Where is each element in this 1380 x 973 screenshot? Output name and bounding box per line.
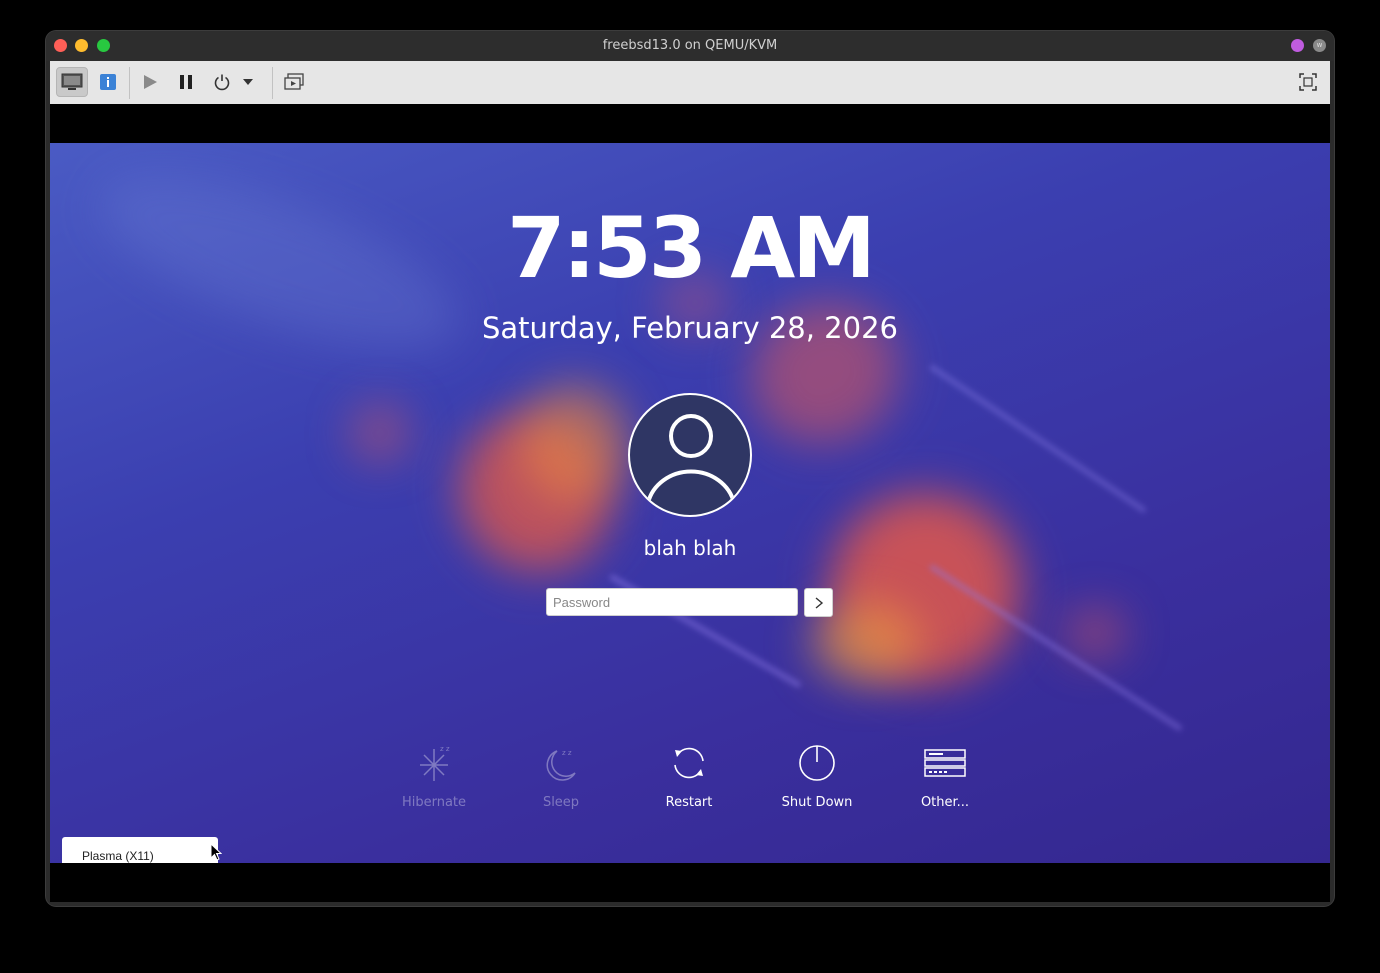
snapshots-button[interactable] — [278, 67, 310, 97]
title-bar: freebsd13.0 on QEMU/KVM w — [46, 31, 1334, 61]
dropdown-arrow-icon — [243, 79, 253, 85]
user-avatar[interactable] — [628, 393, 752, 517]
power-icon — [799, 745, 835, 781]
wallpaper-shape — [1065, 608, 1125, 658]
sleep-label: Sleep — [542, 795, 580, 810]
shut-down-label: Shut Down — [781, 795, 853, 810]
pause-button[interactable] — [170, 67, 202, 97]
restart-label: Restart — [665, 795, 713, 810]
power-icon — [214, 74, 230, 91]
wallpaper-streak — [928, 363, 1148, 514]
wallpaper-shape — [795, 458, 1055, 718]
sleep-button[interactable]: z z Sleep — [506, 741, 616, 810]
run-button[interactable] — [134, 67, 166, 97]
mouse-pointer-icon — [210, 843, 222, 861]
window-title: freebsd13.0 on QEMU/KVM — [602, 38, 778, 53]
info-icon — [100, 74, 116, 90]
toolbar-separator — [129, 67, 130, 99]
pause-icon — [180, 75, 192, 89]
restart-icon — [674, 747, 704, 779]
user-icon — [646, 414, 736, 504]
chevron-right-icon — [815, 596, 823, 609]
console-view-button[interactable] — [56, 67, 88, 97]
snowflake-icon: z z — [420, 745, 450, 781]
snapshot-icon — [284, 73, 304, 90]
lock-screen: 7:53 AM Saturday, February 28, 2026 blah… — [50, 143, 1330, 863]
session-label: Plasma (X11) — [82, 849, 154, 863]
vm-window: freebsd13.0 on QEMU/KVM w 7:53 AM Saturd… — [46, 31, 1334, 906]
moon-icon: z z — [546, 749, 576, 781]
login-button[interactable] — [804, 588, 833, 617]
fullscreen-button[interactable] — [1292, 67, 1324, 97]
toolbar-separator — [272, 67, 273, 99]
user-name: blah blah — [643, 536, 737, 560]
play-icon — [144, 75, 157, 89]
shut-down-action-button[interactable]: Shut Down — [762, 741, 872, 810]
toolbar — [50, 61, 1330, 104]
password-field[interactable] — [546, 588, 798, 616]
other-button[interactable]: Other... — [890, 741, 1000, 810]
vm-display[interactable]: 7:53 AM Saturday, February 28, 2026 blah… — [50, 104, 1330, 902]
svg-text:z z: z z — [440, 745, 450, 753]
wallpaper-shape — [520, 383, 630, 503]
fullscreen-icon — [1299, 73, 1317, 91]
svg-text:z z: z z — [562, 749, 572, 757]
wallpaper-shape — [725, 274, 925, 472]
hibernate-button[interactable]: z z Hibernate — [379, 741, 489, 810]
clock-time: 7:53 AM — [507, 199, 876, 297]
clock-date: Saturday, February 28, 2026 — [482, 311, 898, 345]
app-badge-icon: w — [1313, 39, 1326, 52]
hibernate-label: Hibernate — [401, 795, 467, 810]
session-selector[interactable]: Plasma (X11) — [62, 837, 218, 863]
other-label: Other... — [920, 795, 970, 810]
wallpaper-shape — [350, 403, 410, 463]
shut-down-menu-button[interactable] — [238, 67, 258, 97]
status-dot-icon — [1291, 39, 1304, 52]
shut-down-button[interactable] — [206, 67, 238, 97]
restart-button[interactable]: Restart — [634, 741, 744, 810]
monitor-icon — [61, 73, 83, 90]
server-icon — [924, 749, 966, 777]
details-button[interactable] — [92, 67, 124, 97]
